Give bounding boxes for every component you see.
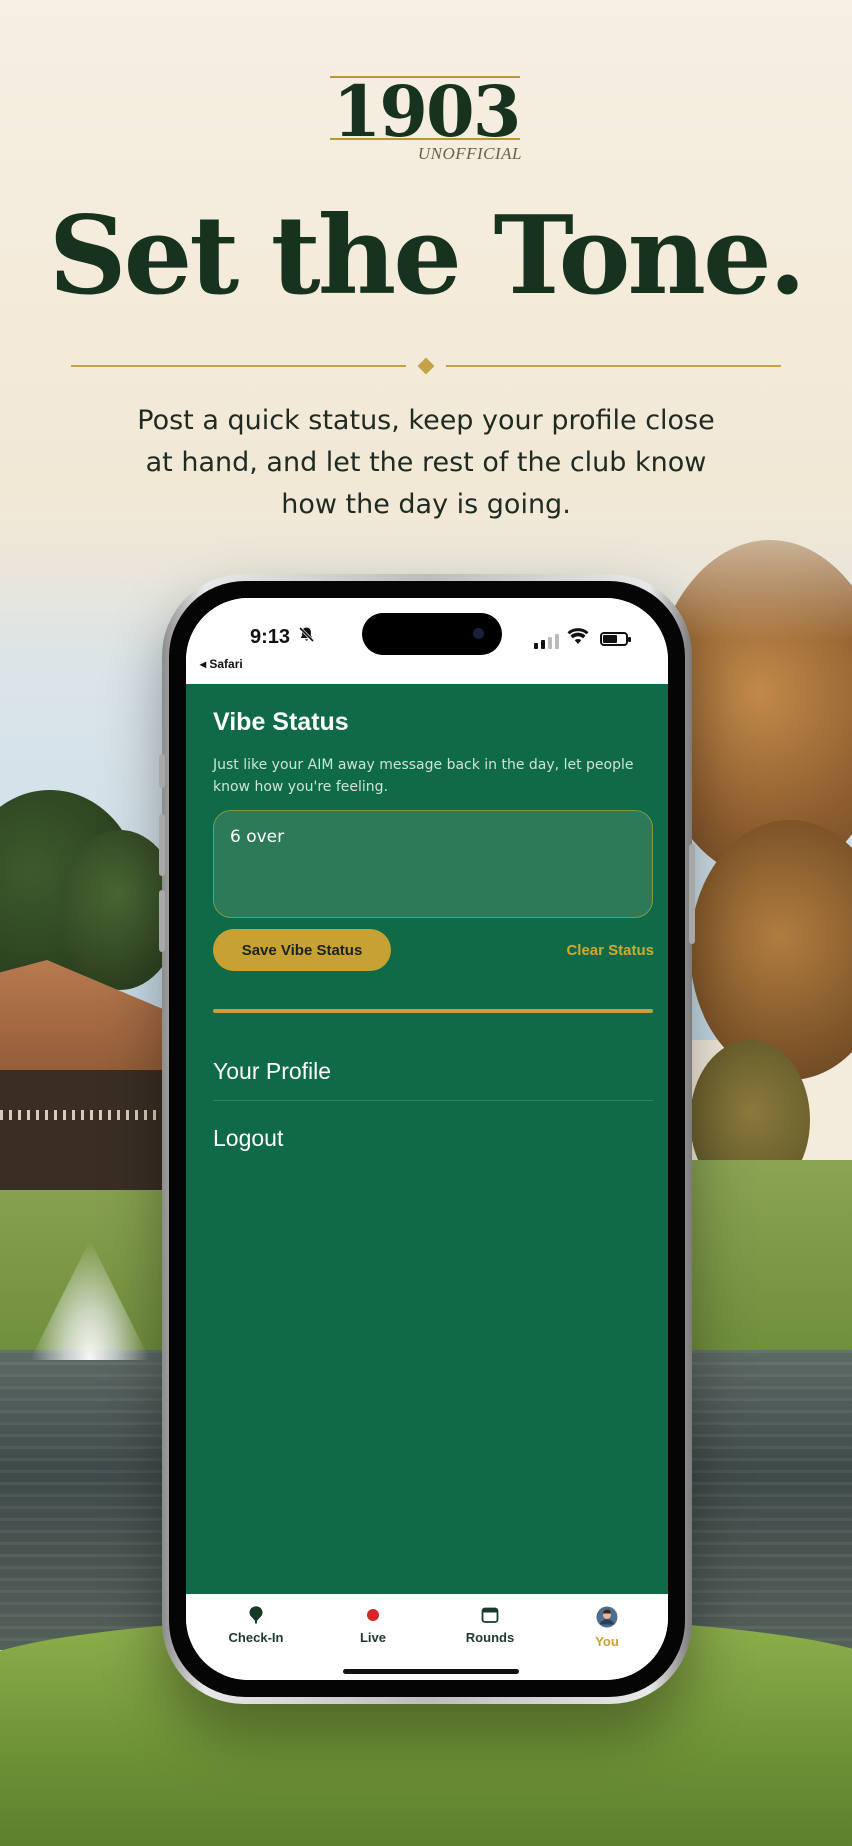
headline: Set the Tone.	[48, 193, 807, 319]
phone-side-button	[159, 754, 165, 788]
vibe-status-title: Vibe Status	[213, 708, 349, 736]
divider-line-left	[71, 365, 406, 367]
tab-check-in[interactable]: Check-In	[206, 1600, 306, 1652]
app-content: Vibe Status Just like your AIM away mess…	[186, 684, 668, 1594]
status-bar: 9:13 ◂ Safari	[186, 598, 668, 692]
divider-line-right	[446, 365, 781, 367]
section-divider	[213, 1009, 653, 1013]
clubhouse-balcony	[0, 1110, 170, 1120]
tab-you-label: You	[595, 1634, 619, 1649]
logo-rule-bottom	[330, 138, 520, 140]
logo: 1903 UNOFFICIAL	[326, 70, 526, 170]
tab-bar: Check-In Live Rounds You	[186, 1594, 668, 1680]
golf-ball-tee-icon	[249, 1606, 263, 1624]
diamond-icon	[417, 357, 435, 375]
menu-separator	[213, 1100, 653, 1101]
bell-muted-icon	[298, 626, 315, 648]
dynamic-island	[362, 613, 502, 655]
phone-mockup: 9:13 ◂ Safari Vibe Status Just like your…	[159, 574, 695, 1704]
phone-power-button	[689, 844, 695, 944]
avatar-icon	[596, 1606, 618, 1628]
tab-rounds[interactable]: Rounds	[440, 1600, 540, 1652]
back-to-safari-link[interactable]: ◂ Safari	[200, 657, 243, 671]
your-profile-menu-item[interactable]: Your Profile	[213, 1042, 653, 1100]
save-vibe-status-button[interactable]: Save Vibe Status	[213, 929, 391, 971]
logout-menu-item[interactable]: Logout	[213, 1109, 653, 1167]
phone-bezel: 9:13 ◂ Safari Vibe Status Just like your…	[169, 581, 685, 1697]
tab-live[interactable]: Live	[323, 1600, 423, 1652]
clear-status-button[interactable]: Clear Status	[546, 939, 654, 961]
tab-rounds-label: Rounds	[465, 1630, 515, 1645]
tab-check-in-label: Check-In	[228, 1630, 284, 1645]
tab-live-label: Live	[359, 1630, 386, 1645]
calendar-icon	[481, 1607, 499, 1623]
home-indicator[interactable]	[343, 1669, 519, 1674]
phone-screen: 9:13 ◂ Safari Vibe Status Just like your…	[186, 598, 668, 1680]
live-dot-icon	[367, 1609, 379, 1621]
phone-volume-up	[159, 814, 165, 876]
logo-text: 1903	[332, 70, 522, 153]
status-time: 9:13	[250, 626, 291, 648]
clubhouse-body	[0, 1070, 170, 1190]
logo-subtext: UNOFFICIAL	[417, 144, 522, 163]
vibe-status-description: Just like your AIM away message back in …	[213, 757, 634, 795]
vibe-status-input[interactable]: 6 over	[213, 810, 653, 918]
wifi-icon	[567, 627, 589, 650]
subtitle: Post a quick status, keep your profile c…	[137, 405, 715, 520]
ornament-divider	[71, 357, 781, 375]
battery-icon	[600, 632, 631, 646]
clubhouse-roof	[0, 960, 180, 1085]
tab-you[interactable]: You	[557, 1600, 657, 1652]
phone-volume-down	[159, 890, 165, 952]
cellular-signal-icon	[534, 634, 559, 649]
clubhouse	[0, 960, 180, 1210]
